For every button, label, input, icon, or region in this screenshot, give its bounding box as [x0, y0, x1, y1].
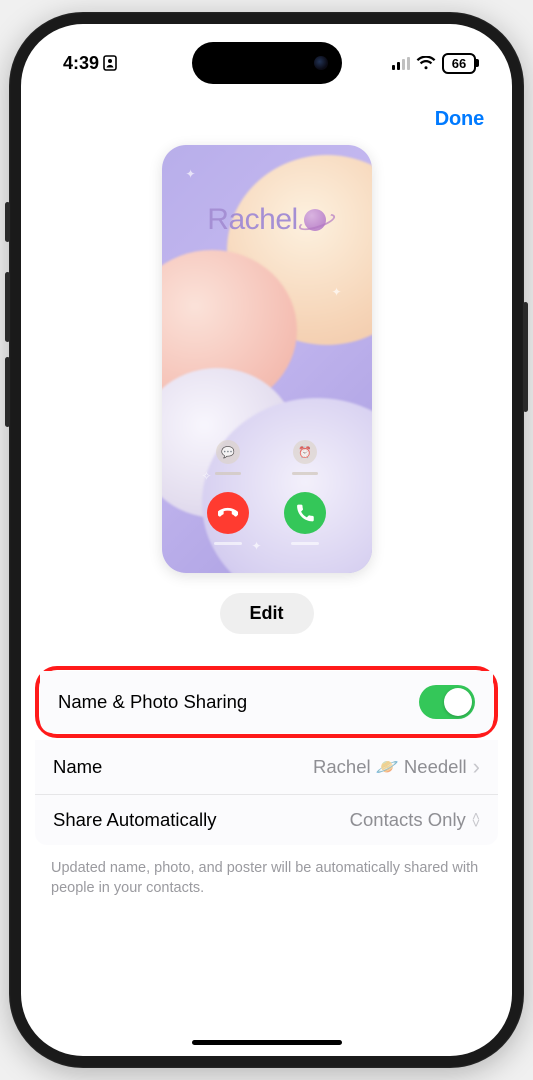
cellular-signal-icon [392, 57, 411, 70]
highlight-annotation: Name & Photo Sharing [35, 666, 498, 738]
poster-area: ✦ ✦ ✧ ✦ Rachel 💬 ⏰ [21, 141, 512, 634]
footer-description: Updated name, photo, and poster will be … [21, 845, 512, 912]
dynamic-island [192, 42, 342, 84]
battery-indicator: 66 [442, 53, 476, 74]
volume-down-button [5, 357, 10, 427]
power-button [523, 302, 528, 412]
name-value: Rachel 🪐 Needell [313, 756, 467, 778]
remind-me-icon: 💬 [216, 440, 240, 464]
status-time: 4:39 [63, 53, 99, 74]
share-automatically-row[interactable]: Share Automatically Contacts Only ˄˅ [35, 795, 498, 845]
done-button[interactable]: Done [435, 108, 484, 131]
message-icon: ⏰ [293, 440, 317, 464]
nav-bar: Done [21, 84, 512, 141]
edit-button[interactable]: Edit [220, 593, 314, 634]
phone-frame: 4:39 66 Done [9, 12, 524, 1068]
name-photo-sharing-toggle[interactable] [419, 685, 475, 719]
poster-name-text: Rachel [207, 203, 297, 237]
name-row[interactable]: Name Rachel 🪐 Needell › [35, 740, 498, 795]
volume-up-button [5, 272, 10, 342]
home-indicator[interactable] [192, 1040, 342, 1045]
contact-card-icon [103, 55, 117, 71]
front-camera [314, 56, 328, 70]
poster-name: Rachel [162, 203, 372, 237]
screen: 4:39 66 Done [21, 24, 512, 1056]
chevron-right-icon: › [473, 754, 480, 780]
accept-call-icon [284, 492, 326, 534]
settings-list: Name & Photo Sharing Name Rachel 🪐 Neede… [35, 666, 498, 845]
battery-percentage: 66 [452, 56, 466, 71]
mute-switch [5, 202, 10, 242]
contact-poster[interactable]: ✦ ✦ ✧ ✦ Rachel 💬 ⏰ [162, 145, 372, 573]
share-automatically-label: Share Automatically [53, 809, 217, 831]
name-label: Name [53, 756, 102, 778]
share-automatically-value: Contacts Only [350, 809, 466, 831]
decline-call-icon [207, 492, 249, 534]
planet-icon [304, 209, 326, 231]
name-photo-sharing-label: Name & Photo Sharing [58, 691, 247, 713]
wifi-icon [416, 56, 436, 71]
up-down-icon: ˄˅ [472, 813, 480, 827]
name-photo-sharing-row[interactable]: Name & Photo Sharing [40, 671, 493, 733]
